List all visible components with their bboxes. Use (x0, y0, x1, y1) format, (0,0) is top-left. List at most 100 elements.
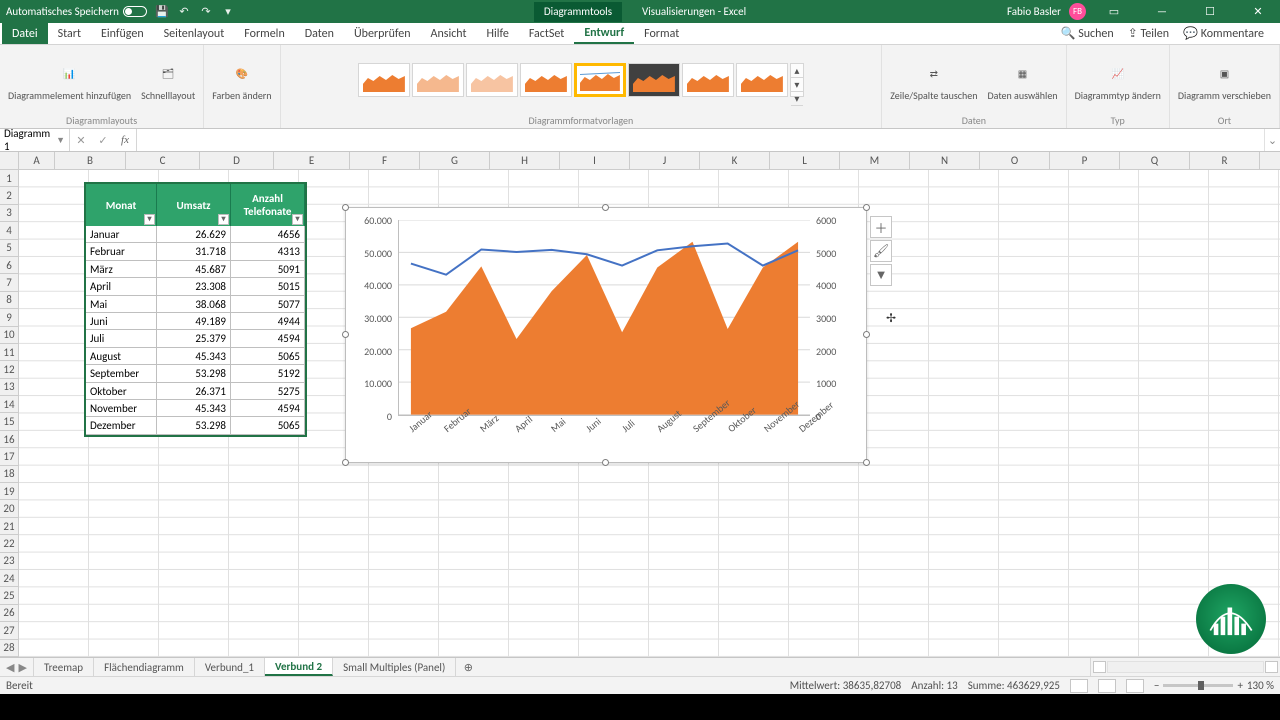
resize-handle[interactable] (602, 459, 609, 466)
toggle-icon[interactable] (123, 6, 147, 17)
style-thumb-8[interactable] (736, 63, 788, 97)
col-header[interactable]: P (1050, 152, 1120, 169)
table-cell[interactable]: 4594 (231, 400, 305, 417)
switch-row-col-button[interactable]: ⇄ Zeile/Spalte tauschen (886, 58, 981, 103)
table-cell[interactable]: 45.687 (157, 261, 231, 278)
col-header[interactable]: N (910, 152, 980, 169)
add-chart-element-button[interactable]: 📊 Diagrammelement hinzufügen (4, 58, 135, 103)
row-header[interactable]: 28 (0, 640, 18, 657)
save-icon[interactable]: 💾 (155, 5, 169, 19)
add-sheet-button[interactable]: ⊕ (456, 658, 480, 676)
table-cell[interactable]: 5065 (231, 417, 305, 434)
sheet-tab[interactable]: Verbund 2 (265, 658, 333, 676)
maximize-icon[interactable]: ☐ (1190, 0, 1230, 23)
row-header[interactable]: 17 (0, 448, 18, 465)
select-all-corner[interactable] (0, 152, 19, 170)
table-cell[interactable]: Oktober (86, 383, 157, 400)
comments-button[interactable]: 💬 Kommentare (1183, 26, 1264, 41)
embedded-chart[interactable]: ＋ 🖌 ▼ 010.00020.00030.00040.00050.00060.… (345, 207, 867, 463)
sheet-nav[interactable]: ◀▶ (0, 658, 34, 676)
col-header[interactable]: M (840, 152, 910, 169)
minimize-icon[interactable]: — (1142, 0, 1182, 23)
row-headers[interactable]: 1234567891011121314151617181920212223242… (0, 170, 19, 657)
resize-handle[interactable] (342, 331, 349, 338)
zoom-control[interactable]: −+ 130 % (1154, 679, 1274, 692)
table-cell[interactable]: 49.189 (157, 313, 231, 330)
style-thumb-5[interactable] (574, 63, 626, 97)
table-cell[interactable]: 4944 (231, 313, 305, 330)
col-header[interactable]: G (420, 152, 490, 169)
col-header[interactable]: H (490, 152, 560, 169)
row-header[interactable]: 10 (0, 327, 18, 344)
tab-factset[interactable]: FactSet (519, 23, 574, 44)
table-cell[interactable]: 23.308 (157, 278, 231, 295)
row-header[interactable]: 13 (0, 379, 18, 396)
style-thumb-7[interactable] (682, 63, 734, 97)
row-header[interactable]: 20 (0, 500, 18, 517)
table-header[interactable]: Monat▾ (86, 184, 157, 226)
row-header[interactable]: 25 (0, 587, 18, 604)
table-row[interactable]: Januar26.6294656 (86, 226, 305, 243)
col-header[interactable]: D (200, 152, 274, 169)
table-row[interactable]: Dezember53.2985065 (86, 417, 305, 434)
row-header[interactable]: 14 (0, 396, 18, 413)
table-cell[interactable]: Januar (86, 226, 157, 243)
resize-handle[interactable] (863, 204, 870, 211)
tab-seitenlayout[interactable]: Seitenlayout (154, 23, 235, 44)
table-cell[interactable]: 5065 (231, 348, 305, 365)
row-header[interactable]: 8 (0, 292, 18, 309)
table-row[interactable]: Oktober26.3715275 (86, 383, 305, 400)
table-header[interactable]: Umsatz▾ (157, 184, 231, 226)
sheet-tab[interactable]: Treemap (34, 658, 94, 676)
table-row[interactable]: April23.3085015 (86, 278, 305, 295)
table-cell[interactable]: September (86, 365, 157, 382)
table-cell[interactable]: November (86, 400, 157, 417)
qat-more-icon[interactable]: ▾ (221, 5, 235, 19)
table-row[interactable]: Juni49.1894944 (86, 313, 305, 330)
table-cell[interactable]: Mai (86, 296, 157, 313)
row-header[interactable]: 16 (0, 431, 18, 448)
close-icon[interactable]: ✕ (1238, 0, 1278, 23)
table-cell[interactable]: 45.343 (157, 400, 231, 417)
table-cell[interactable]: 5275 (231, 383, 305, 400)
share-button[interactable]: ⇪ Teilen (1128, 26, 1169, 41)
tab-formeln[interactable]: Formeln (234, 23, 294, 44)
table-row[interactable]: März45.6875091 (86, 261, 305, 278)
table-row[interactable]: November45.3434594 (86, 400, 305, 417)
col-header[interactable]: O (980, 152, 1050, 169)
select-data-button[interactable]: ▦ Daten auswählen (983, 58, 1061, 103)
resize-handle[interactable] (342, 459, 349, 466)
tell-me[interactable]: 🔍 Suchen (1061, 26, 1114, 41)
row-header[interactable]: 12 (0, 361, 18, 378)
resize-handle[interactable] (342, 204, 349, 211)
col-header[interactable]: C (126, 152, 200, 169)
row-header[interactable]: 26 (0, 605, 18, 622)
row-header[interactable]: 2 (0, 187, 18, 204)
row-header[interactable]: 4 (0, 222, 18, 239)
table-row[interactable]: September53.2985192 (86, 365, 305, 382)
row-header[interactable]: 6 (0, 257, 18, 274)
row-header[interactable]: 1 (0, 170, 18, 187)
style-thumb-1[interactable] (358, 63, 410, 97)
tab-einfügen[interactable]: Einfügen (91, 23, 154, 44)
table-cell[interactable]: 4594 (231, 330, 305, 347)
col-header[interactable]: A (19, 152, 55, 169)
resize-handle[interactable] (863, 331, 870, 338)
filter-icon[interactable]: ▾ (144, 214, 155, 225)
col-header[interactable]: L (770, 152, 840, 169)
table-row[interactable]: Mai38.0685077 (86, 296, 305, 313)
tab-überprüfen[interactable]: Überprüfen (344, 23, 421, 44)
tab-start[interactable]: Start (48, 23, 91, 44)
accept-formula-icon[interactable]: ✓ (92, 134, 114, 147)
autosave-toggle[interactable]: Automatisches Speichern (6, 5, 147, 18)
filter-icon[interactable]: ▾ (292, 214, 303, 225)
table-cell[interactable]: März (86, 261, 157, 278)
table-cell[interactable]: 5192 (231, 365, 305, 382)
col-header[interactable]: E (274, 152, 350, 169)
tab-format[interactable]: Format (634, 23, 689, 44)
namebox-dropdown-icon[interactable]: ▼ (56, 135, 65, 146)
table-cell[interactable]: 31.718 (157, 243, 231, 260)
redo-icon[interactable]: ↷ (199, 5, 213, 19)
sheet-tab[interactable]: Small Multiples (Panel) (333, 658, 456, 676)
ribbon-options-icon[interactable]: ▭ (1094, 0, 1134, 23)
